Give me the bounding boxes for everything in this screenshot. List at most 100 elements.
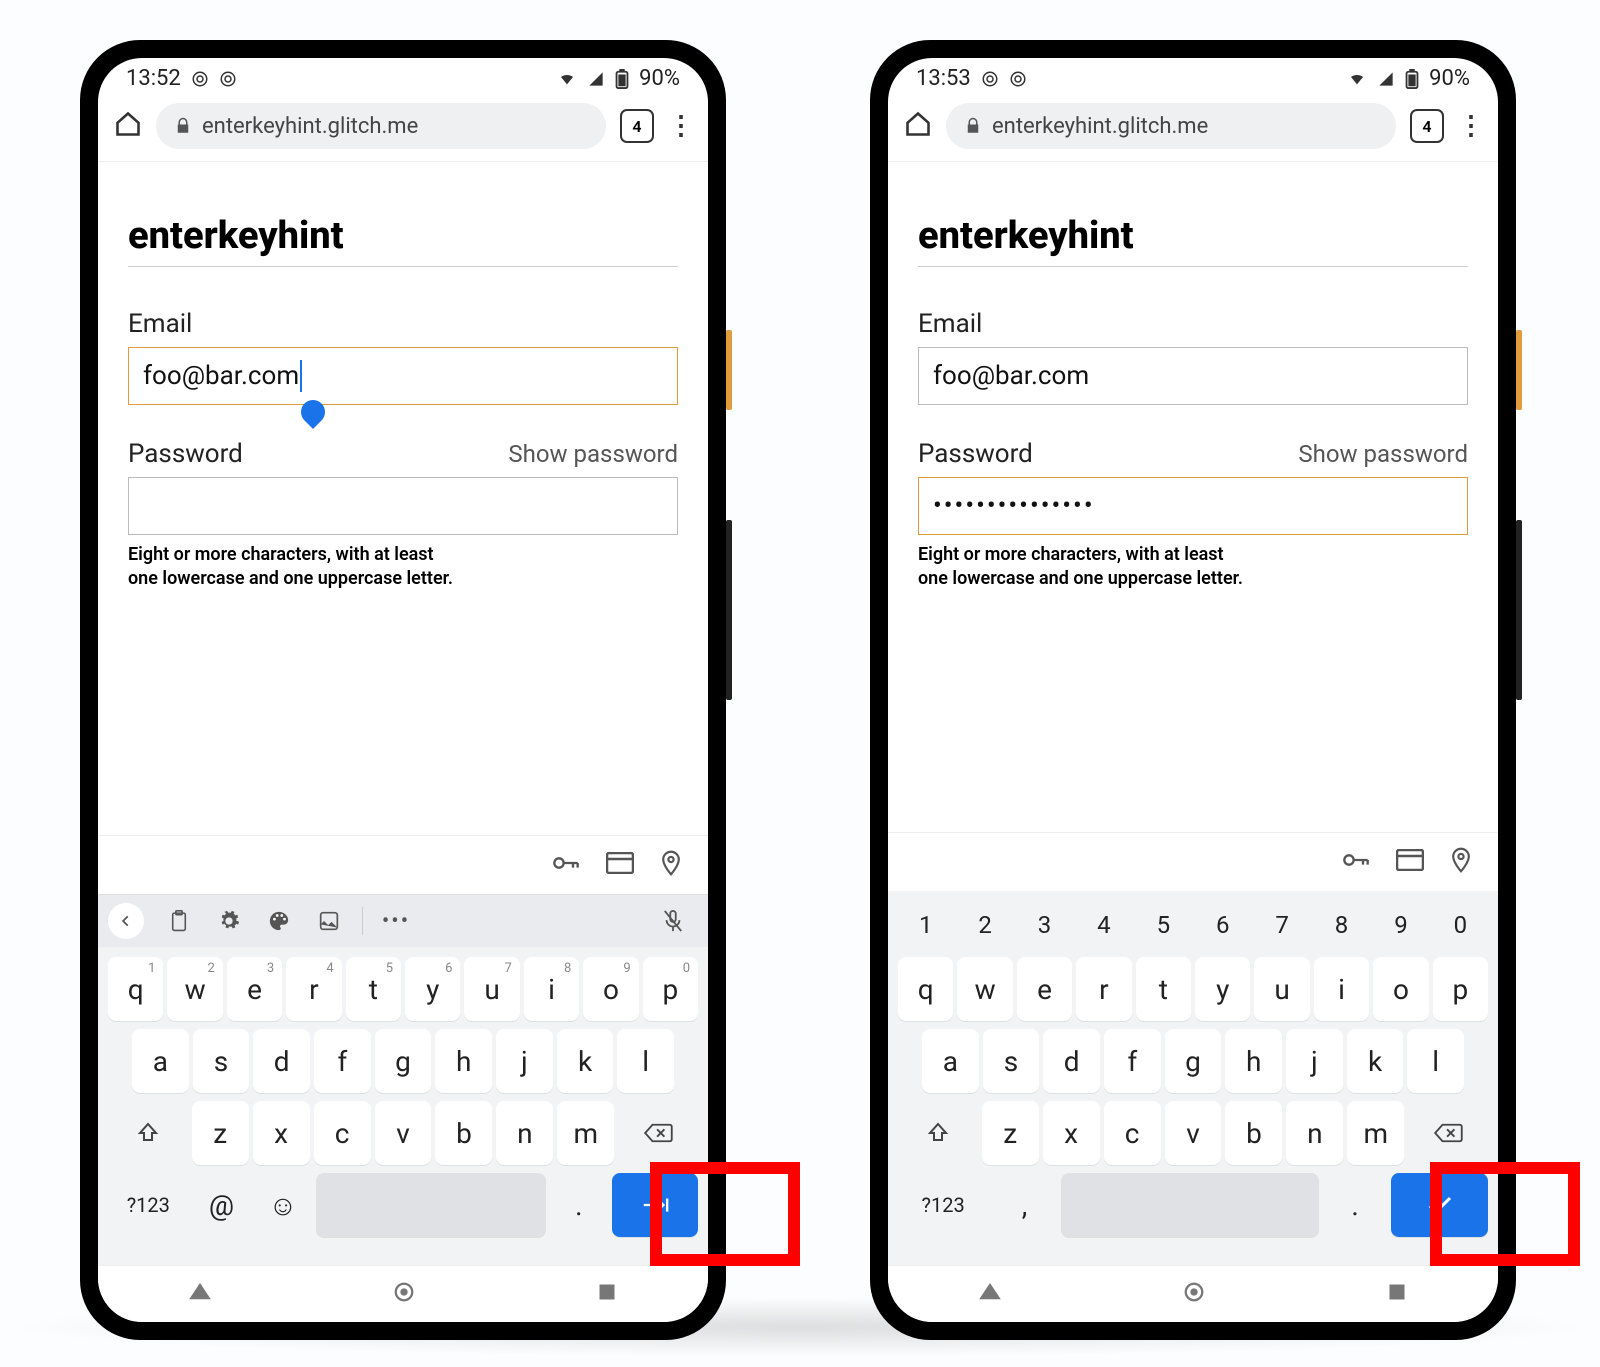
key-v[interactable]: v	[1165, 1101, 1222, 1165]
show-password-toggle[interactable]: Show password	[1298, 440, 1468, 468]
backspace-key[interactable]	[1408, 1101, 1488, 1165]
key-e[interactable]: e	[1017, 957, 1072, 1021]
key-6[interactable]: 6	[1195, 901, 1250, 949]
key-m[interactable]: m	[557, 1101, 614, 1165]
key-r[interactable]: r	[1076, 957, 1131, 1021]
key-t[interactable]: t5	[346, 957, 401, 1021]
key-0[interactable]: 0	[1433, 901, 1488, 949]
period-key[interactable]: .	[1323, 1173, 1388, 1237]
key-m[interactable]: m	[1347, 1101, 1404, 1165]
symbols-key[interactable]: ?123	[898, 1173, 988, 1237]
symbols-key[interactable]: ?123	[108, 1173, 189, 1237]
back-icon[interactable]	[108, 903, 144, 939]
nav-back-icon[interactable]	[979, 1283, 1001, 1305]
cursor-handle[interactable]	[296, 395, 330, 429]
key-1[interactable]: 1	[898, 901, 953, 949]
key-z[interactable]: z	[192, 1101, 249, 1165]
key-3[interactable]: 3	[1017, 901, 1072, 949]
key-d[interactable]: d	[1043, 1029, 1100, 1093]
nav-home-icon[interactable]	[1183, 1281, 1205, 1307]
key-g[interactable]: g	[375, 1029, 432, 1093]
key-a[interactable]: a	[132, 1029, 189, 1093]
gear-icon[interactable]	[204, 910, 254, 932]
key-2[interactable]: 2	[957, 901, 1012, 949]
key-h[interactable]: h	[1225, 1029, 1282, 1093]
key-i[interactable]: i	[1314, 957, 1369, 1021]
more-icon[interactable]: •••	[371, 909, 421, 934]
email-field[interactable]: foo@bar.com	[918, 347, 1468, 405]
key-s[interactable]: s	[983, 1029, 1040, 1093]
key-7[interactable]: 7	[1254, 901, 1309, 949]
menu-icon[interactable]: ⋮	[1458, 122, 1482, 130]
key-x[interactable]: x	[253, 1101, 310, 1165]
key-b[interactable]: b	[435, 1101, 492, 1165]
key-z[interactable]: z	[982, 1101, 1039, 1165]
mic-off-icon[interactable]	[648, 909, 698, 933]
key-y[interactable]: y	[1195, 957, 1250, 1021]
location-icon[interactable]	[1450, 847, 1472, 877]
url-bar[interactable]: enterkeyhint.glitch.me	[946, 103, 1396, 149]
key-j[interactable]: j	[1286, 1029, 1343, 1093]
key-k[interactable]: k	[557, 1029, 614, 1093]
show-password-toggle[interactable]: Show password	[508, 440, 678, 468]
home-icon[interactable]	[904, 110, 932, 142]
key-l[interactable]: l	[1407, 1029, 1464, 1093]
clipboard-icon[interactable]	[154, 910, 204, 932]
key-d[interactable]: d	[253, 1029, 310, 1093]
key-j[interactable]: j	[496, 1029, 553, 1093]
nav-back-icon[interactable]	[189, 1283, 211, 1305]
key-n[interactable]: n	[1286, 1101, 1343, 1165]
location-icon[interactable]	[660, 850, 682, 880]
key-u[interactable]: u7	[464, 957, 519, 1021]
shift-key[interactable]	[898, 1101, 978, 1165]
key-o[interactable]: o9	[583, 957, 638, 1021]
key-y[interactable]: y6	[405, 957, 460, 1021]
comma-key[interactable]: ,	[992, 1173, 1057, 1237]
space-key[interactable]	[1061, 1173, 1319, 1237]
tab-switcher[interactable]: 4	[1410, 109, 1444, 143]
key-p[interactable]: p	[1433, 957, 1488, 1021]
nav-recent-icon[interactable]	[1387, 1282, 1407, 1306]
password-field[interactable]: •••••••••••••••	[918, 477, 1468, 535]
card-icon[interactable]	[606, 852, 634, 878]
key-w[interactable]: w	[957, 957, 1012, 1021]
tab-switcher[interactable]: 4	[620, 109, 654, 143]
space-key[interactable]	[316, 1173, 546, 1237]
email-field[interactable]: foo@bar.com	[128, 347, 678, 405]
key-g[interactable]: g	[1165, 1029, 1222, 1093]
key-i[interactable]: i8	[524, 957, 579, 1021]
key-w[interactable]: w2	[167, 957, 222, 1021]
period-key[interactable]: .	[550, 1173, 608, 1237]
key-5[interactable]: 5	[1136, 901, 1191, 949]
key-4[interactable]: 4	[1076, 901, 1131, 949]
url-bar[interactable]: enterkeyhint.glitch.me	[156, 103, 606, 149]
key-l[interactable]: l	[617, 1029, 674, 1093]
at-key[interactable]: @	[193, 1173, 251, 1237]
key-c[interactable]: c	[1104, 1101, 1161, 1165]
nav-recent-icon[interactable]	[597, 1282, 617, 1306]
card-icon[interactable]	[1396, 849, 1424, 875]
key-q[interactable]: q	[898, 957, 953, 1021]
key-f[interactable]: f	[314, 1029, 371, 1093]
password-field[interactable]	[128, 477, 678, 535]
key-9[interactable]: 9	[1373, 901, 1428, 949]
key-r[interactable]: r4	[286, 957, 341, 1021]
palette-icon[interactable]	[254, 910, 304, 932]
menu-icon[interactable]: ⋮	[668, 122, 692, 130]
key-u[interactable]: u	[1254, 957, 1309, 1021]
key-k[interactable]: k	[1347, 1029, 1404, 1093]
key-t[interactable]: t	[1136, 957, 1191, 1021]
key-e[interactable]: e3	[227, 957, 282, 1021]
home-icon[interactable]	[114, 110, 142, 142]
key-icon[interactable]	[552, 853, 580, 877]
key-x[interactable]: x	[1043, 1101, 1100, 1165]
key-q[interactable]: q1	[108, 957, 163, 1021]
nav-home-icon[interactable]	[393, 1281, 415, 1307]
sticker-icon[interactable]	[304, 911, 354, 931]
key-a[interactable]: a	[922, 1029, 979, 1093]
key-v[interactable]: v	[375, 1101, 432, 1165]
shift-key[interactable]	[108, 1101, 188, 1165]
key-o[interactable]: o	[1373, 957, 1428, 1021]
backspace-key[interactable]	[618, 1101, 698, 1165]
key-8[interactable]: 8	[1314, 901, 1369, 949]
